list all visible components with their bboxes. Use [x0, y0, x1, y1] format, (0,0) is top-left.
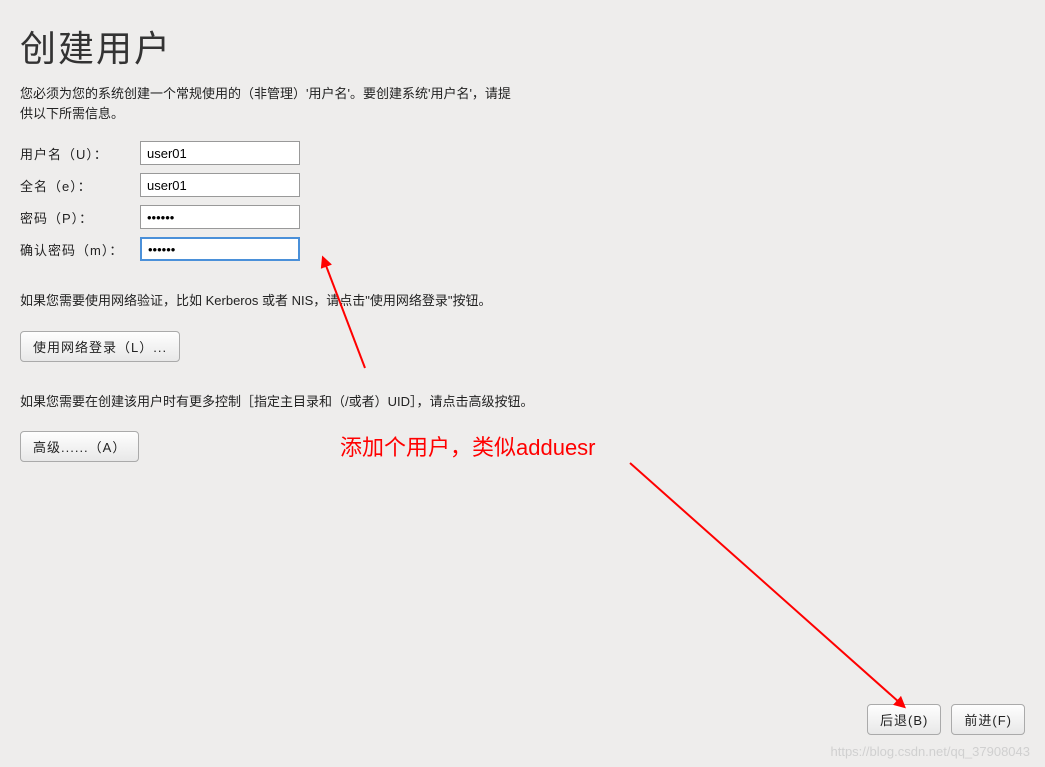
watermark-text: https://blog.csdn.net/qq_37908043 — [831, 744, 1031, 759]
fullname-row: 全名（e）： — [20, 173, 1025, 197]
forward-button[interactable]: 前进(F) — [951, 704, 1025, 735]
back-button[interactable]: 后退(B) — [867, 704, 941, 735]
username-input[interactable] — [140, 141, 300, 165]
fullname-input[interactable] — [140, 173, 300, 197]
footer-buttons: 后退(B) 前进(F) — [867, 704, 1025, 735]
annotation-text: 添加个用户，类似adduesr — [340, 430, 596, 462]
password-label: 密码（P）： — [20, 208, 140, 227]
confirm-password-row: 确认密码（m）： — [20, 237, 1025, 261]
network-info-text: 如果您需要使用网络验证，比如 Kerberos 或者 NIS，请点击"使用网络登… — [20, 291, 540, 311]
advanced-info-text: 如果您需要在创建该用户时有更多控制［指定主目录和（/或者）UID］，请点击高级按… — [20, 392, 540, 412]
network-login-button[interactable]: 使用网络登录（L）... — [20, 331, 180, 362]
password-input[interactable] — [140, 205, 300, 229]
description-text: 您必须为您的系统创建一个常规使用的（非管理）'用户名'。要创建系统'用户名'，请… — [20, 84, 520, 123]
page-title: 创建用户 — [20, 20, 1025, 72]
advanced-button[interactable]: 高级......（A） — [20, 431, 139, 462]
username-row: 用户名（U）： — [20, 141, 1025, 165]
arrow-annotation-2 — [620, 453, 920, 723]
username-label: 用户名（U）： — [20, 144, 140, 163]
fullname-label: 全名（e）： — [20, 176, 140, 195]
confirm-password-label: 确认密码（m）： — [20, 240, 140, 259]
confirm-password-input[interactable] — [140, 237, 300, 261]
password-row: 密码（P）： — [20, 205, 1025, 229]
